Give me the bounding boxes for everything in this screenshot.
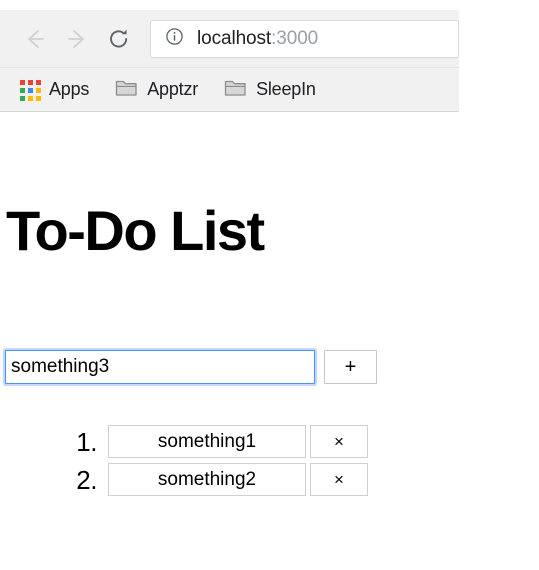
arrow-left-icon [22, 26, 48, 52]
delete-todo-button[interactable]: × [310, 425, 368, 458]
bookmark-apps[interactable]: Apps [20, 79, 90, 101]
bookmark-apptzr[interactable]: Apptzr [115, 78, 198, 102]
todo-item-text: something2 [108, 463, 306, 496]
folder-icon [115, 78, 138, 102]
info-circle-icon[interactable] [165, 27, 184, 51]
arrow-right-icon [64, 26, 90, 52]
address-bar-host: localhost [197, 27, 272, 49]
add-todo-button[interactable]: + [324, 350, 377, 384]
bookmarks-bar: Apps Apptzr SleepIn [0, 67, 459, 112]
todo-list: something1 × something2 × [0, 425, 368, 501]
back-button[interactable] [14, 18, 56, 60]
browser-chrome: localhost:3000 Apps Apptzr SleepIn [0, 10, 459, 112]
delete-todo-button[interactable]: × [310, 463, 368, 496]
todo-item-text: something1 [108, 425, 306, 458]
folder-icon [224, 78, 247, 102]
todo-input[interactable] [5, 350, 315, 384]
reload-button[interactable] [98, 18, 140, 60]
forward-button[interactable] [56, 18, 98, 60]
browser-toolbar: localhost:3000 [0, 10, 459, 67]
add-todo-row: + [5, 350, 377, 384]
bookmark-sleepin[interactable]: SleepIn [224, 78, 316, 102]
address-bar-port: :3000 [271, 27, 319, 49]
address-bar-url: localhost:3000 [197, 28, 318, 50]
bookmark-label-apps: Apps [49, 79, 90, 99]
list-item: something1 × [76, 425, 368, 458]
list-item: something2 × [76, 463, 368, 496]
bookmark-label-sleepin: SleepIn [256, 79, 316, 99]
apps-grid-icon [20, 79, 41, 101]
address-bar[interactable]: localhost:3000 [150, 19, 459, 58]
page-title: To-Do List [6, 199, 265, 262]
bookmark-label-apptzr: Apptzr [147, 79, 199, 99]
reload-icon [106, 26, 132, 52]
